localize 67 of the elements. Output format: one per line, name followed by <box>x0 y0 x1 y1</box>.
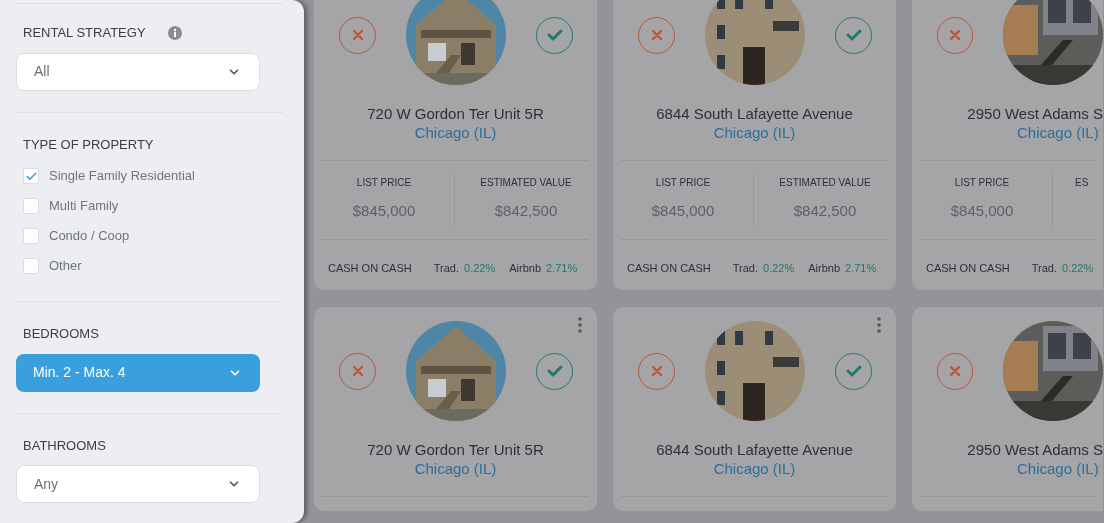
coc-label: CASH ON CASH <box>627 260 711 276</box>
section-title: RENTAL STRATEGY <box>23 24 146 42</box>
check-icon <box>546 365 563 377</box>
x-icon <box>352 30 363 40</box>
dropdown[interactable]: Min. 2 - Max. 4 <box>16 353 260 392</box>
checkbox-label[interactable]: Single Family Residential <box>49 166 195 186</box>
airbnb-value: 2.71% <box>845 260 877 276</box>
checkbox[interactable] <box>23 198 39 214</box>
coc-label: CASH ON CASH <box>328 260 412 276</box>
city-link[interactable]: Chicago (IL) <box>713 459 796 478</box>
x-icon <box>352 366 363 376</box>
dots-icon <box>578 317 582 333</box>
stat-label: ESTIMATED VALUE <box>480 176 572 190</box>
stat-label: ES <box>1075 176 1089 190</box>
city-link[interactable]: Chicago (IL) <box>414 459 497 478</box>
stat-value: $845,000 <box>651 201 715 221</box>
stat-label: LIST PRICE <box>954 176 1010 190</box>
check-icon <box>845 29 862 41</box>
check-icon <box>546 29 563 41</box>
dropdown[interactable]: All <box>16 52 260 91</box>
stat-label: LIST PRICE <box>655 176 711 190</box>
trad-value: 0.22% <box>763 260 795 276</box>
stat-value: $845,000 <box>950 201 1014 221</box>
trad-value: 0.22% <box>464 260 496 276</box>
city-link[interactable]: Chicago (IL) <box>1017 459 1099 478</box>
city-link[interactable]: Chicago (IL) <box>713 123 796 142</box>
checkbox-label[interactable]: Multi Family <box>49 196 119 216</box>
airbnb-value: 2.71% <box>546 260 578 276</box>
x-icon <box>950 366 960 376</box>
airbnb-label: Airbnb <box>808 260 840 276</box>
x-icon <box>651 366 662 376</box>
address: 720 W Gordon Ter Unit 5R <box>367 440 544 459</box>
address: 2950 West Adams S <box>967 440 1103 459</box>
trad-label: Trad. <box>732 260 758 276</box>
city-link[interactable]: Chicago (IL) <box>414 123 497 142</box>
address: 6844 South Lafayette Avenue <box>656 104 853 123</box>
stat-value: $842,500 <box>494 201 558 221</box>
stat-label: LIST PRICE <box>356 176 412 190</box>
section-title: BATHROOMS <box>23 436 106 455</box>
trad-label: Trad. <box>1031 260 1057 276</box>
trad-label: Trad. <box>433 260 459 276</box>
info-icon <box>167 25 182 40</box>
section-title: TYPE OF PROPERTY <box>23 135 154 154</box>
stat-value: $842,500 <box>793 201 857 221</box>
city-link[interactable]: Chicago (IL) <box>1017 123 1099 142</box>
x-icon <box>651 30 662 40</box>
checkbox[interactable] <box>23 258 39 274</box>
dropdown[interactable]: Any <box>16 465 260 503</box>
more-button[interactable] <box>575 316 585 334</box>
checkbox[interactable] <box>23 168 39 184</box>
stat-label: ESTIMATED VALUE <box>779 176 871 190</box>
address: 2950 West Adams S <box>967 104 1103 123</box>
more-button[interactable] <box>874 316 884 334</box>
address: 6844 South Lafayette Avenue <box>656 440 853 459</box>
section-title: BEDROOMS <box>23 325 99 343</box>
stat-value: $845,000 <box>352 201 416 221</box>
coc-label: CASH ON CASH <box>926 260 1010 276</box>
dots-icon <box>877 317 881 333</box>
address: 720 W Gordon Ter Unit 5R <box>367 104 544 123</box>
trad-value: 0.22% <box>1062 260 1094 276</box>
checkbox[interactable] <box>23 228 39 244</box>
check-icon <box>845 365 862 377</box>
checkbox-label[interactable]: Condo / Coop <box>49 226 130 246</box>
x-icon <box>950 30 960 40</box>
checkbox-label[interactable]: Other <box>49 256 82 276</box>
check-icon <box>24 169 38 183</box>
airbnb-label: Airbnb <box>509 260 541 276</box>
